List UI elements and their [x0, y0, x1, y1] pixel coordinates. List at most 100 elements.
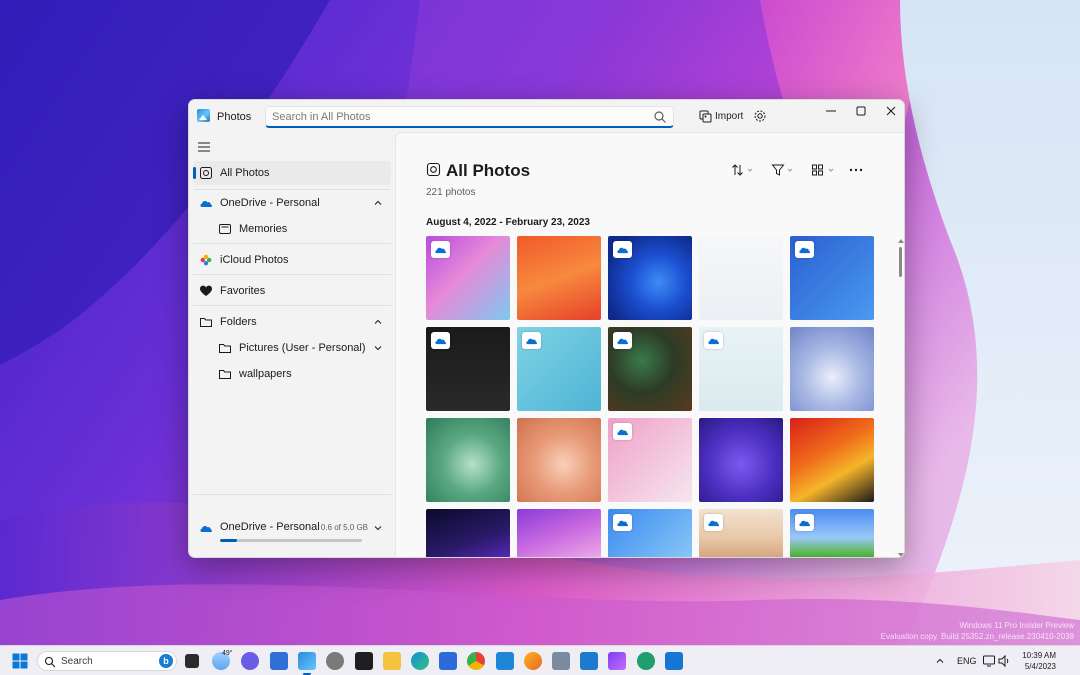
- more-options-button[interactable]: [848, 161, 866, 179]
- onedrive-storage-status[interactable]: OneDrive - Personal 0.6 of 5.0 GB: [193, 516, 391, 552]
- search-icon[interactable]: [653, 110, 667, 124]
- chevron-up-icon[interactable]: [373, 198, 383, 208]
- photo-thumbnail[interactable]: [608, 418, 692, 502]
- maximize-icon: [856, 106, 866, 116]
- clipchamp-app-icon[interactable]: [608, 652, 626, 670]
- chevron-up-icon[interactable]: [373, 317, 383, 327]
- photos-taskbar-icon[interactable]: [298, 652, 316, 675]
- photo-thumbnail[interactable]: [790, 236, 874, 320]
- settings-app-icon[interactable]: [326, 652, 344, 670]
- sidebar-item-label: Pictures (User - Personal): [239, 342, 366, 354]
- sidebar-item-label: Favorites: [220, 285, 266, 297]
- hamburger-menu-icon[interactable]: [197, 140, 211, 154]
- photo-count: 221 photos: [426, 187, 476, 198]
- minimize-icon: [826, 110, 836, 112]
- photo-thumbnail[interactable]: [517, 418, 601, 502]
- sidebar-item-label: OneDrive - Personal: [220, 197, 320, 209]
- photo-thumbnail[interactable]: [699, 509, 783, 557]
- photo-thumbnail[interactable]: [426, 418, 510, 502]
- photo-thumbnail[interactable]: [608, 327, 692, 411]
- navigation-sidebar: All Photos OneDrive - Personal Memories: [189, 132, 394, 557]
- onedrive-cloud-icon: [522, 332, 541, 349]
- sidebar-item-all-photos[interactable]: All Photos: [193, 161, 391, 185]
- edge-browser-icon[interactable]: [411, 652, 429, 670]
- photo-thumbnail[interactable]: [790, 418, 874, 502]
- scroll-down-arrow-icon[interactable]: [898, 553, 904, 557]
- taskbar: Search b 49° ENG 10:39 AM 5/4/2023: [0, 645, 1080, 675]
- photo-thumbnail[interactable]: [790, 327, 874, 411]
- sidebar-item-pictures-folder[interactable]: Pictures (User - Personal): [193, 336, 391, 360]
- minimize-button[interactable]: [816, 100, 846, 122]
- scroll-thumb[interactable]: [899, 247, 902, 277]
- photo-thumbnail[interactable]: [517, 327, 601, 411]
- sidebar-item-icloud-photos[interactable]: iCloud Photos: [193, 248, 391, 272]
- photo-thumbnail[interactable]: [699, 418, 783, 502]
- family-app-icon[interactable]: [637, 652, 655, 670]
- photo-thumbnail[interactable]: [426, 236, 510, 320]
- maximize-button[interactable]: [846, 100, 876, 122]
- notepad-app-icon[interactable]: [270, 652, 288, 670]
- calendar-app-icon[interactable]: [580, 652, 598, 670]
- network-icon[interactable]: [982, 654, 996, 668]
- canary-browser-icon[interactable]: [524, 652, 542, 670]
- vscode-app-icon[interactable]: [496, 652, 514, 670]
- bing-chat-icon[interactable]: b: [159, 654, 173, 668]
- sidebar-item-folders[interactable]: Folders: [193, 310, 391, 334]
- clock[interactable]: 10:39 AM 5/4/2023: [1016, 650, 1056, 672]
- photo-thumbnail[interactable]: [517, 236, 601, 320]
- sidebar-item-memories[interactable]: Memories: [193, 217, 391, 241]
- calculator-app-icon[interactable]: [552, 652, 570, 670]
- folder-icon: [219, 344, 231, 353]
- onedrive-cloud-icon: [431, 241, 450, 258]
- scroll-up-arrow-icon[interactable]: [898, 239, 904, 243]
- photo-thumbnail[interactable]: [426, 509, 510, 557]
- filter-icon: [771, 164, 793, 176]
- terminal-app-icon[interactable]: [355, 652, 373, 670]
- mail-app-icon[interactable]: [665, 652, 683, 670]
- sort-button[interactable]: [731, 161, 759, 179]
- onedrive-cloud-icon: [795, 241, 814, 258]
- all-photos-icon: [200, 167, 212, 179]
- more-dots-icon: [849, 168, 863, 172]
- windows-start-icon[interactable]: [12, 653, 28, 669]
- photo-thumbnail[interactable]: [699, 327, 783, 411]
- title-bar[interactable]: Photos Import: [189, 100, 904, 132]
- onedrive-cloud-icon: [704, 514, 723, 531]
- store-app-icon[interactable]: [439, 652, 457, 670]
- close-icon: [886, 106, 896, 116]
- sidebar-item-favorites[interactable]: Favorites: [193, 279, 391, 303]
- sidebar-item-onedrive[interactable]: OneDrive - Personal: [193, 191, 391, 215]
- settings-gear-icon[interactable]: [751, 107, 769, 125]
- photo-thumbnail[interactable]: [426, 327, 510, 411]
- chevron-down-icon[interactable]: [373, 343, 383, 353]
- sidebar-item-wallpapers-folder[interactable]: wallpapers: [193, 362, 391, 386]
- input-language-indicator[interactable]: ENG: [957, 656, 977, 666]
- clock-date: 5/4/2023: [1024, 662, 1056, 671]
- chat-app-icon[interactable]: [241, 652, 259, 670]
- chevron-down-icon[interactable]: [373, 523, 383, 533]
- photo-thumbnail[interactable]: [608, 509, 692, 557]
- close-button[interactable]: [876, 100, 904, 122]
- main-content: All Photos 221 photos August 4, 2022 - F…: [395, 132, 904, 557]
- view-layout-button[interactable]: [811, 161, 841, 179]
- chrome-browser-icon[interactable]: [467, 652, 485, 670]
- onedrive-cloud-icon: [613, 332, 632, 349]
- file-explorer-icon[interactable]: [383, 652, 401, 670]
- sidebar-divider: [193, 243, 391, 244]
- page-title: All Photos: [446, 161, 531, 180]
- photo-thumbnail[interactable]: [790, 509, 874, 557]
- taskbar-search-box[interactable]: Search b: [37, 651, 177, 671]
- clock-time: 10:39 AM: [1022, 651, 1056, 660]
- volume-icon[interactable]: [998, 654, 1010, 668]
- all-photos-icon: [426, 162, 441, 177]
- search-input[interactable]: [272, 110, 642, 124]
- vertical-scrollbar[interactable]: [898, 239, 904, 557]
- photo-thumbnail[interactable]: [699, 236, 783, 320]
- search-box[interactable]: [265, 106, 674, 128]
- chevron-up-icon[interactable]: [935, 656, 945, 666]
- import-button[interactable]: Import: [695, 106, 745, 128]
- filter-button[interactable]: [771, 161, 799, 179]
- photo-thumbnail[interactable]: [608, 236, 692, 320]
- photo-thumbnail[interactable]: [517, 509, 601, 557]
- task-view-icon[interactable]: [185, 654, 199, 668]
